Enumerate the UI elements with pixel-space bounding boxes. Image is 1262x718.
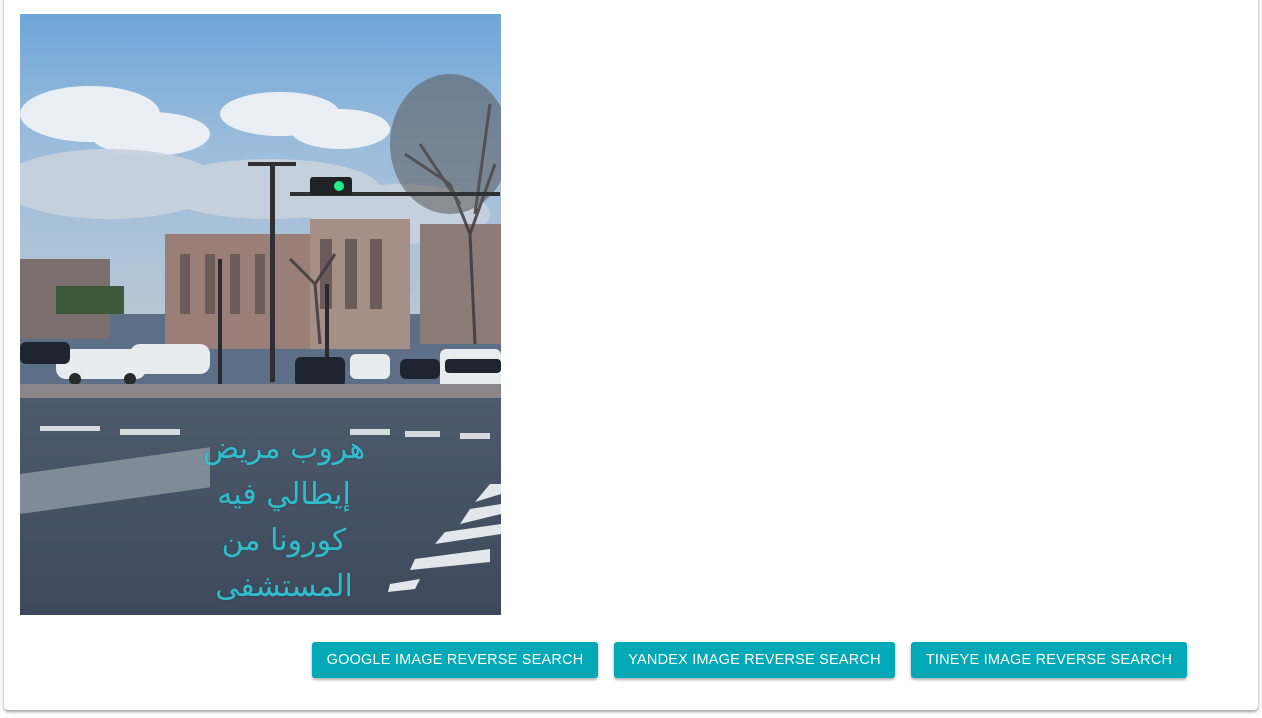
caption-line: هروب مريض (202, 431, 366, 466)
google-reverse-search-button[interactable]: GOOGLE IMAGE REVERSE SEARCH (312, 642, 598, 678)
caption-line: كورونا من (221, 523, 347, 558)
video-thumbnail[interactable]: هروب مريض إيطالي فيه كورونا من المستشفى (20, 14, 501, 615)
caption-line: إيطالي فيه (217, 477, 351, 512)
result-card: هروب مريض إيطالي فيه كورونا من المستشفى … (4, 0, 1258, 710)
reverse-search-actions: GOOGLE IMAGE REVERSE SEARCH YANDEX IMAGE… (312, 642, 1187, 678)
yandex-reverse-search-button[interactable]: YANDEX IMAGE REVERSE SEARCH (614, 642, 895, 678)
video-caption-overlay: هروب مريض إيطالي فيه كورونا من المستشفى (168, 426, 400, 610)
caption-line: المستشفى (215, 569, 353, 604)
tineye-reverse-search-button[interactable]: TINEYE IMAGE REVERSE SEARCH (911, 642, 1187, 678)
